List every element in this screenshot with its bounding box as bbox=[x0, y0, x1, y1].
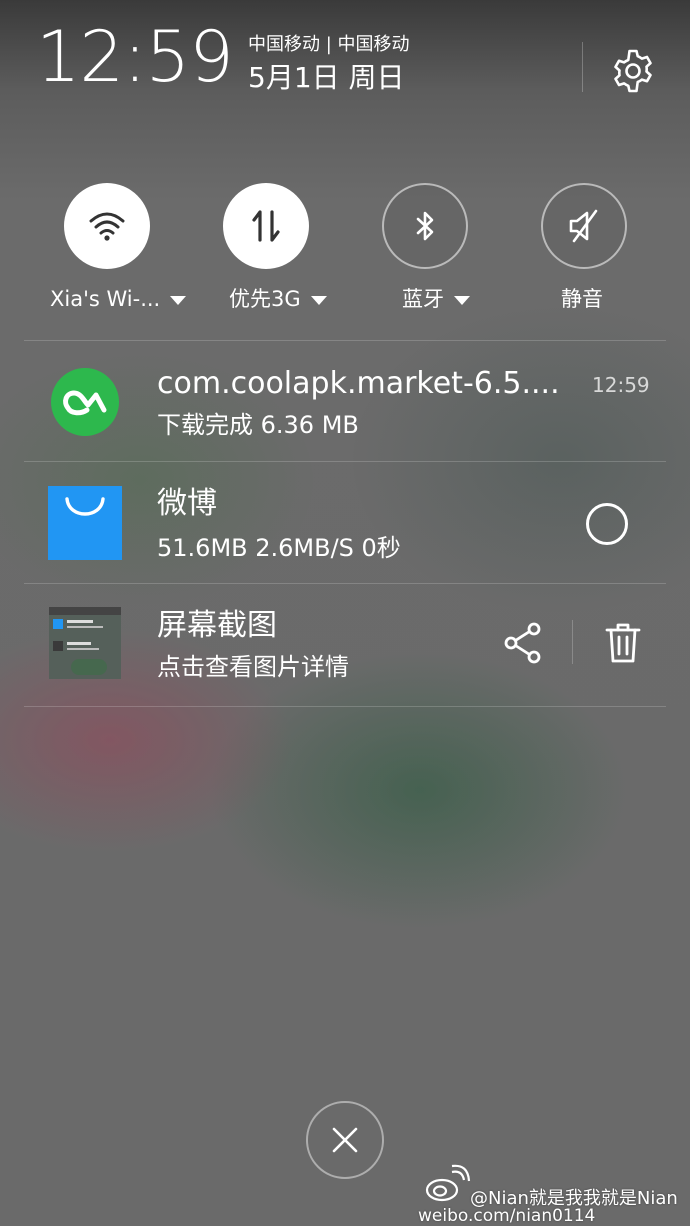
notification-subtitle: 点击查看图片详情 bbox=[157, 653, 349, 681]
notification-subtitle: 51.6MB 2.6MB/S 0秒 bbox=[157, 534, 401, 562]
header-divider bbox=[582, 42, 583, 92]
screenshot-thumbnail bbox=[49, 607, 121, 679]
settings-button[interactable] bbox=[606, 44, 660, 98]
bluetooth-toggle-label[interactable]: 蓝牙 bbox=[402, 286, 470, 312]
clock: 12:59 bbox=[36, 16, 234, 98]
clear-all-button[interactable] bbox=[306, 1101, 384, 1179]
coolapk-icon bbox=[51, 368, 119, 436]
delete-button[interactable] bbox=[600, 620, 646, 666]
divider bbox=[24, 706, 666, 707]
notification-coolapk[interactable] bbox=[24, 341, 666, 461]
chevron-down-icon bbox=[310, 295, 327, 305]
date: 5月1日 周日 bbox=[248, 61, 405, 94]
chevron-down-icon bbox=[454, 295, 470, 305]
watermark-url: weibo.com/nian0114 bbox=[418, 1206, 596, 1226]
mute-toggle-label[interactable]: 静音 bbox=[561, 286, 603, 312]
mobile-data-icon bbox=[252, 210, 280, 242]
wifi-icon bbox=[89, 212, 125, 241]
share-button[interactable] bbox=[500, 620, 546, 666]
carrier-names: 中国移动 | 中国移动 bbox=[248, 34, 410, 55]
wifi-toggle-label[interactable]: Xia's Wi-... bbox=[50, 286, 187, 312]
chevron-down-icon bbox=[170, 295, 187, 305]
wifi-toggle[interactable] bbox=[64, 183, 150, 269]
weibo-logo-icon bbox=[425, 1164, 471, 1202]
notification-subtitle: 下载完成 6.36 MB bbox=[157, 411, 359, 439]
gear-icon bbox=[614, 49, 652, 93]
pause-download-button[interactable] bbox=[586, 503, 628, 545]
close-icon bbox=[332, 1127, 358, 1153]
bluetooth-toggle[interactable] bbox=[382, 183, 468, 269]
notification-title: 屏幕截图 bbox=[157, 608, 277, 643]
notification-title: com.coolapk.market-6.5.... bbox=[157, 366, 560, 401]
mute-toggle[interactable] bbox=[541, 183, 627, 269]
notification-time: 12:59 bbox=[592, 373, 650, 397]
weibo-bag-icon bbox=[48, 486, 122, 560]
notification-title: 微博 bbox=[157, 486, 217, 521]
bluetooth-icon bbox=[416, 211, 434, 241]
mobile-data-toggle[interactable] bbox=[223, 183, 309, 269]
mute-icon bbox=[569, 209, 598, 243]
action-divider bbox=[572, 620, 573, 664]
mobile-data-toggle-label[interactable]: 优先3G bbox=[229, 286, 327, 312]
share-icon bbox=[504, 622, 541, 664]
trash-icon bbox=[605, 623, 641, 663]
